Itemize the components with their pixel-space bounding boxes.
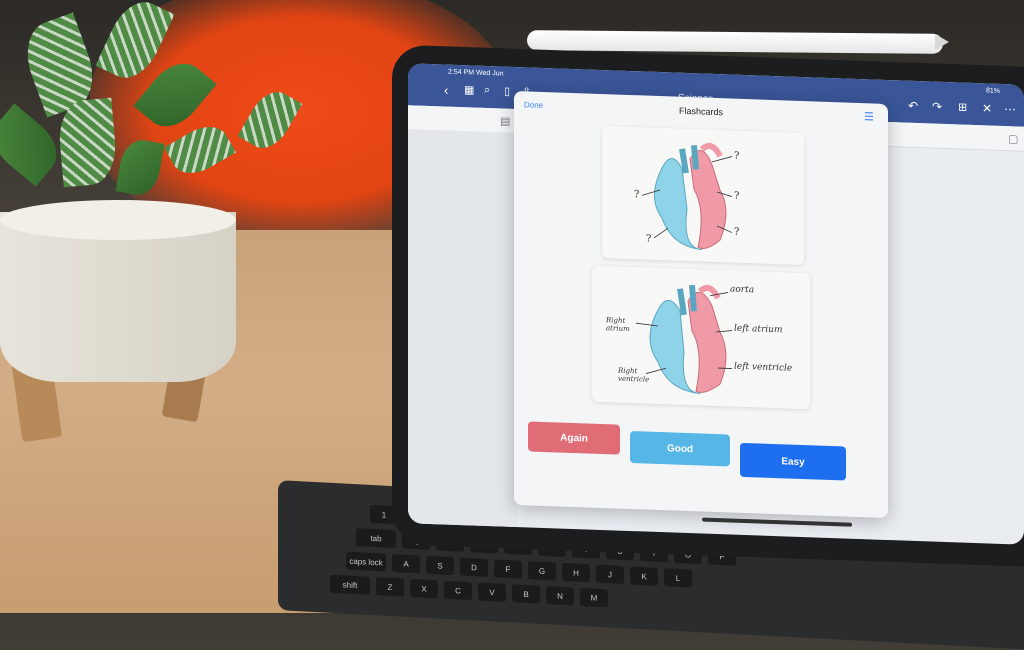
question-mark: ? xyxy=(734,227,739,238)
sidebar-icon[interactable]: ▤ xyxy=(500,114,510,127)
page-icon[interactable]: ▢ xyxy=(1008,132,1018,145)
undo-icon[interactable]: ↶ xyxy=(908,99,918,113)
again-button[interactable]: Again xyxy=(528,421,620,454)
keyboard-key[interactable]: X xyxy=(410,579,438,598)
back-icon[interactable]: ‹ xyxy=(444,83,448,98)
flashcard-back[interactable]: aorta left atrium left ventricle Right a… xyxy=(592,266,810,410)
sliders-icon[interactable]: ☰ xyxy=(864,110,874,123)
keyboard-key[interactable]: H xyxy=(562,563,590,582)
question-mark: ? xyxy=(646,234,651,245)
question-mark: ? xyxy=(734,151,739,162)
easy-button[interactable]: Easy xyxy=(740,443,846,481)
keyboard-key[interactable]: A xyxy=(392,554,420,573)
keyboard-key[interactable]: B xyxy=(512,584,540,603)
heart-diagram-labeled xyxy=(592,266,810,410)
keyboard-key[interactable]: shift xyxy=(330,575,370,595)
search-icon[interactable]: ⌕ xyxy=(484,84,490,97)
flashcard-front[interactable]: ? ? ? ? ? xyxy=(602,126,804,265)
question-mark: ? xyxy=(734,191,739,202)
keyboard-key[interactable]: F xyxy=(494,559,522,578)
keyboard-key[interactable]: K xyxy=(630,566,658,585)
grid-icon[interactable]: ▦ xyxy=(464,83,474,96)
keyboard-key[interactable]: C xyxy=(444,581,472,600)
keyboard-key[interactable]: V xyxy=(478,582,506,601)
keyboard-key[interactable]: N xyxy=(546,586,574,605)
keyboard-key[interactable]: caps lock xyxy=(346,552,386,572)
label-right-atrium: Right atrium xyxy=(606,316,642,333)
battery-level: 81% xyxy=(986,87,1000,94)
heart-diagram-unlabeled xyxy=(602,126,804,265)
label-left-atrium: left atrium xyxy=(734,324,783,336)
stylus-pencil xyxy=(527,30,943,54)
document-page xyxy=(408,129,518,533)
home-indicator[interactable] xyxy=(702,518,852,527)
question-mark: ? xyxy=(634,189,639,200)
tablet-screen: 2:54 PM Wed Jun 81% ‹ ▦ ⌕ ▯ ⇪ Science ↶ … xyxy=(408,63,1024,545)
keyboard-key[interactable]: M xyxy=(580,588,608,607)
more-icon[interactable]: ⋯ xyxy=(1004,102,1016,116)
close-icon[interactable]: ✕ xyxy=(982,101,992,115)
status-time: 2:54 PM Wed Jun xyxy=(448,69,504,78)
modal-title: Flashcards xyxy=(514,100,888,123)
keyboard-key[interactable]: Z xyxy=(376,577,404,596)
stylus-tip xyxy=(935,34,949,50)
good-button[interactable]: Good xyxy=(630,431,730,466)
keyboard-key[interactable]: S xyxy=(426,556,454,575)
keyboard-key[interactable]: tab xyxy=(356,528,396,548)
plant-pot-rim xyxy=(0,200,236,240)
keyboard-key[interactable]: G xyxy=(528,561,556,580)
bookmark-icon[interactable]: ▯ xyxy=(504,85,510,98)
redo-icon[interactable]: ↷ xyxy=(932,100,942,114)
label-right-ventricle: Right ventricle xyxy=(618,367,654,384)
keyboard-key[interactable]: L xyxy=(664,568,692,587)
add-page-icon[interactable]: ⊞ xyxy=(958,100,967,113)
label-left-ventricle: left ventricle xyxy=(734,362,792,374)
keyboard-key[interactable]: J xyxy=(596,565,624,584)
flashcards-modal: Done Flashcards ☰ ? ? ? ? ? xyxy=(514,91,888,518)
keyboard-key[interactable]: D xyxy=(460,558,488,577)
label-aorta: aorta xyxy=(730,284,754,295)
